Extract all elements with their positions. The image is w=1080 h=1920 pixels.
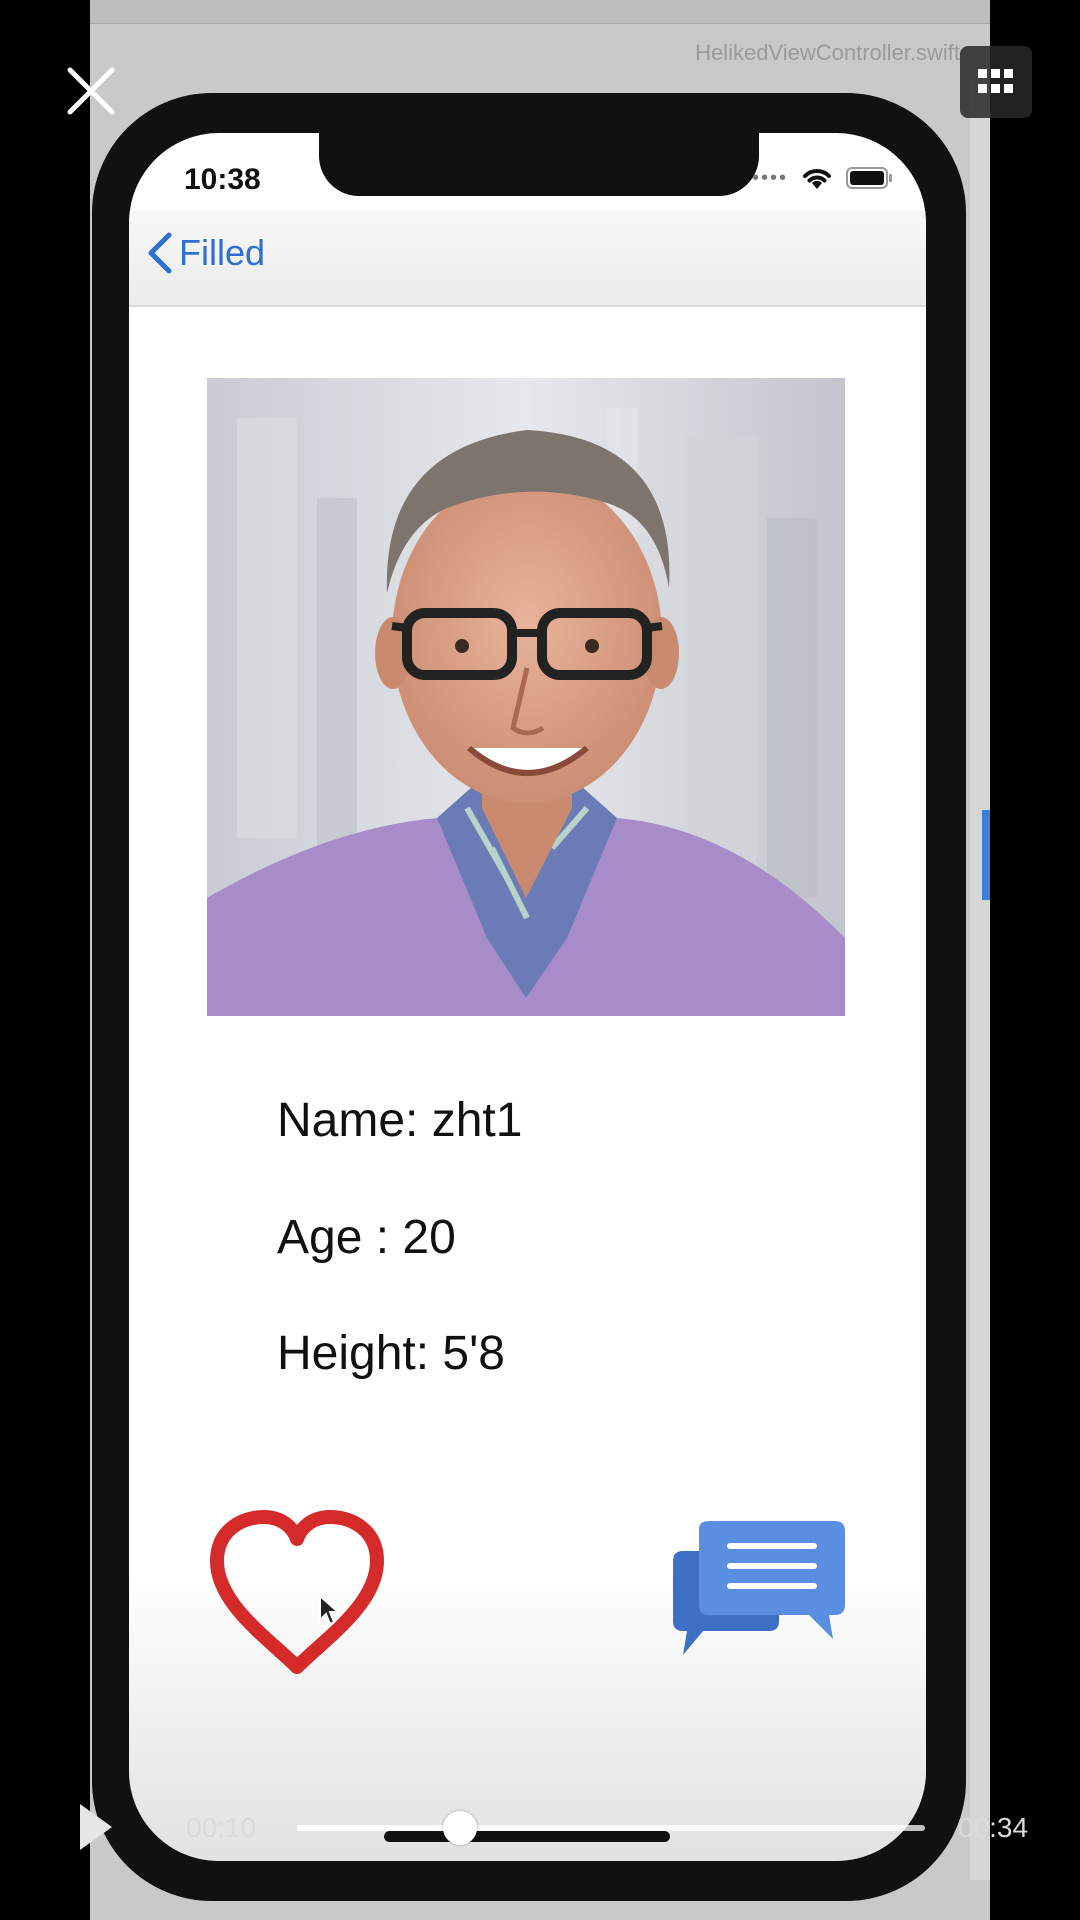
- close-icon[interactable]: [66, 66, 116, 116]
- back-button[interactable]: Filled: [147, 231, 265, 275]
- profile-photo-image: [207, 378, 845, 1016]
- profile-photo: [207, 378, 845, 1016]
- background-blue-tab: [982, 810, 990, 900]
- profile-height: Height: 5'8: [277, 1327, 505, 1380]
- chat-icon: [673, 1521, 845, 1655]
- like-button[interactable]: [209, 1509, 385, 1677]
- battery-icon: [846, 167, 892, 189]
- grid-icon: [978, 69, 1013, 93]
- profile-age: Age : 20: [277, 1211, 456, 1264]
- current-time: 00:10: [186, 1812, 257, 1843]
- play-icon[interactable]: [78, 1802, 114, 1852]
- chevron-left-icon: [148, 232, 172, 274]
- status-time: 10:38: [184, 163, 261, 196]
- grid-button[interactable]: [960, 46, 1032, 118]
- video-scrubber-fill: [297, 1825, 461, 1831]
- phone-frame: 10:38 •••• Filled Name: zht1 Age: 20 He…: [92, 93, 966, 1901]
- mouse-cursor-icon: [319, 1594, 340, 1626]
- navigation-bar: Filled: [129, 211, 926, 307]
- video-scrubber[interactable]: [297, 1811, 925, 1845]
- background-editor-strip: [970, 80, 990, 1880]
- signal-dots-icon: ••••: [751, 166, 788, 189]
- profile-name: Name: zht1: [277, 1094, 523, 1147]
- back-button-label: Filled: [179, 232, 266, 273]
- home-indicator: [384, 1831, 670, 1842]
- background-file-title: HelikedViewController.swift: [695, 40, 960, 65]
- message-button[interactable]: [669, 1521, 847, 1657]
- wifi-icon: [803, 169, 831, 189]
- heart-icon: [210, 1510, 384, 1674]
- status-icons: ••••: [752, 165, 894, 191]
- total-time: 00:34: [958, 1812, 1029, 1843]
- phone-screen: 10:38 •••• Filled Name: zht1 Age: 20 He…: [129, 133, 926, 1861]
- phone-notch: [319, 133, 759, 196]
- background-toolbar: [90, 0, 990, 24]
